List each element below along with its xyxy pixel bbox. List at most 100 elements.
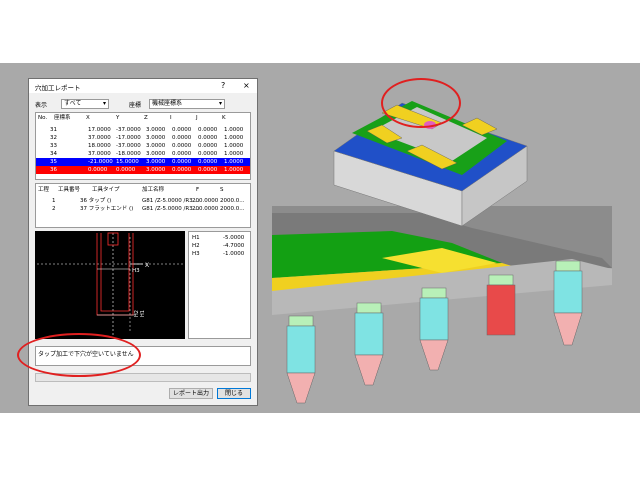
cell-s: 2000.0...: [220, 206, 245, 212]
cell-j: 0.0000: [198, 127, 218, 133]
col-x: X: [86, 115, 90, 121]
cell-f: 200.0000: [192, 198, 219, 204]
title-bar: 穴加工レポート ? ×: [29, 79, 257, 93]
dim-name: H2: [192, 243, 200, 249]
cell-i: 0.0000: [172, 127, 192, 133]
cell-y: -18.0000: [116, 151, 141, 157]
cell-i: 0.0000: [172, 143, 192, 149]
axis-x-label: X: [145, 262, 149, 269]
cell-step: 1: [52, 198, 56, 204]
cell-z: 3.0000: [146, 135, 166, 141]
cell-z: 3.0000: [146, 143, 166, 149]
cell-no: 33: [50, 143, 57, 149]
cell-y: -37.0000: [116, 143, 141, 149]
dim-name: H1: [192, 235, 200, 241]
cell-i: 0.0000: [172, 135, 192, 141]
close-button[interactable]: 閉じる: [217, 388, 251, 399]
cell-y: 15.0000: [116, 159, 139, 165]
cell-no: 35: [50, 159, 57, 165]
cell-k: 1.0000: [224, 127, 244, 133]
process-table[interactable]: 工程 工具番号 工具タイプ 加工名称 F S 1 36 タップ () G81 /…: [35, 183, 251, 228]
highlight-oval-model: [381, 78, 461, 128]
coord-value: 機械座標系: [152, 100, 183, 107]
table-row[interactable]: 2 37 フラットエンド () G81 /Z-5.0000 /R3.... 20…: [36, 205, 250, 213]
table-row[interactable]: 1 36 タップ () G81 /Z-5.0000 /R3.... 200.00…: [36, 197, 250, 205]
points-table[interactable]: No. 座標系 X Y Z I J K 31 17.0000 -37.0000 …: [35, 112, 251, 180]
cell-i: 0.0000: [172, 167, 192, 173]
cell-k: 1.0000: [224, 151, 244, 157]
cell-k: 1.0000: [224, 159, 244, 165]
process-table-header: 工程 工具番号 工具タイプ 加工名称 F S: [36, 186, 250, 194]
cell-i: 0.0000: [172, 151, 192, 157]
tool-error: [486, 274, 516, 336]
col-j: J: [196, 115, 198, 121]
col-k: K: [222, 115, 226, 121]
dim-value: -4.7000: [223, 243, 245, 249]
list-item: H2 -4.7000: [189, 242, 250, 250]
table-row[interactable]: 33 18.0000 -37.0000 3.0000 0.0000 0.0000…: [36, 142, 250, 150]
table-row[interactable]: 34 37.0000 -18.0000 3.0000 0.0000 0.0000…: [36, 150, 250, 158]
tool-preview-canvas: X H3 H2 H1: [35, 231, 185, 339]
filter-value: すべて: [64, 100, 82, 107]
table-row-error[interactable]: 36 0.0000 0.0000 3.0000 0.0000 0.0000 1.…: [36, 166, 250, 174]
cell-k: 1.0000: [224, 135, 244, 141]
cell-j: 0.0000: [198, 167, 218, 173]
cell-tool: 37 フラットエンド (): [80, 206, 134, 212]
list-item: H1 -5.0000: [189, 234, 250, 242]
col-coord: 座標系: [54, 115, 71, 121]
cell-y: -17.0000: [116, 135, 141, 141]
points-table-header: No. 座標系 X Y Z I J K: [36, 114, 250, 122]
chevron-down-icon: ▾: [218, 100, 222, 107]
cell-x: 0.0000: [88, 167, 108, 173]
col-tool-no: 工具番号: [58, 187, 81, 193]
col-no: No.: [38, 115, 48, 121]
help-button[interactable]: ?: [221, 81, 225, 91]
close-window-button[interactable]: ×: [243, 81, 250, 91]
cell-x: 37.0000: [88, 135, 111, 141]
table-row[interactable]: 32 37.0000 -17.0000 3.0000 0.0000 0.0000…: [36, 134, 250, 142]
coord-select[interactable]: 機械座標系 ▾: [149, 99, 225, 109]
table-row-selected[interactable]: 35 -21.0000 15.0000 3.0000 0.0000 0.0000…: [36, 158, 250, 166]
dim-value: -1.0000: [223, 251, 245, 257]
filter-select[interactable]: すべて ▾: [61, 99, 109, 109]
cell-j: 0.0000: [198, 159, 218, 165]
tool-preview-drawing: X H3 H2 H1: [37, 232, 183, 337]
col-s: S: [220, 187, 224, 193]
cell-z: 3.0000: [146, 167, 166, 173]
chevron-down-icon: ▾: [102, 100, 106, 107]
coord-label: 座標: [129, 102, 142, 109]
cell-z: 3.0000: [146, 159, 166, 165]
col-z: Z: [144, 115, 148, 121]
cell-no: 32: [50, 135, 57, 141]
dim-value: -5.0000: [223, 235, 245, 241]
dimension-list: H1 -5.0000 H2 -4.7000 H3 -1.0000: [188, 231, 251, 339]
table-row[interactable]: 31 17.0000 -37.0000 3.0000 0.0000 0.0000…: [36, 126, 250, 134]
cell-no: 36: [50, 167, 57, 173]
filter-label: 表示: [35, 102, 48, 109]
cell-k: 1.0000: [224, 167, 244, 173]
cell-j: 0.0000: [198, 143, 218, 149]
cell-no: 31: [50, 127, 57, 133]
cell-j: 0.0000: [198, 135, 218, 141]
col-process-name: 加工名称: [142, 187, 165, 193]
cell-step: 2: [52, 206, 56, 212]
cell-i: 0.0000: [172, 159, 192, 165]
cell-x: 17.0000: [88, 127, 111, 133]
report-output-button[interactable]: レポート出力: [169, 388, 213, 399]
cell-y: -37.0000: [116, 127, 141, 133]
col-y: Y: [116, 115, 120, 121]
list-item: H3 -1.0000: [189, 250, 250, 258]
cell-x: 37.0000: [88, 151, 111, 157]
h3-label: H3: [132, 268, 140, 274]
cell-z: 3.0000: [146, 151, 166, 157]
cell-no: 34: [50, 151, 57, 157]
cell-k: 1.0000: [224, 143, 244, 149]
cell-tool: 36 タップ (): [80, 198, 112, 204]
cell-j: 0.0000: [198, 151, 218, 157]
cell-z: 3.0000: [146, 127, 166, 133]
dialog-title: 穴加工レポート: [35, 84, 81, 92]
highlight-oval-message: [17, 333, 141, 377]
cell-y: 0.0000: [116, 167, 136, 173]
h1-label: H1: [140, 310, 146, 317]
cell-x: -21.0000: [88, 159, 113, 165]
